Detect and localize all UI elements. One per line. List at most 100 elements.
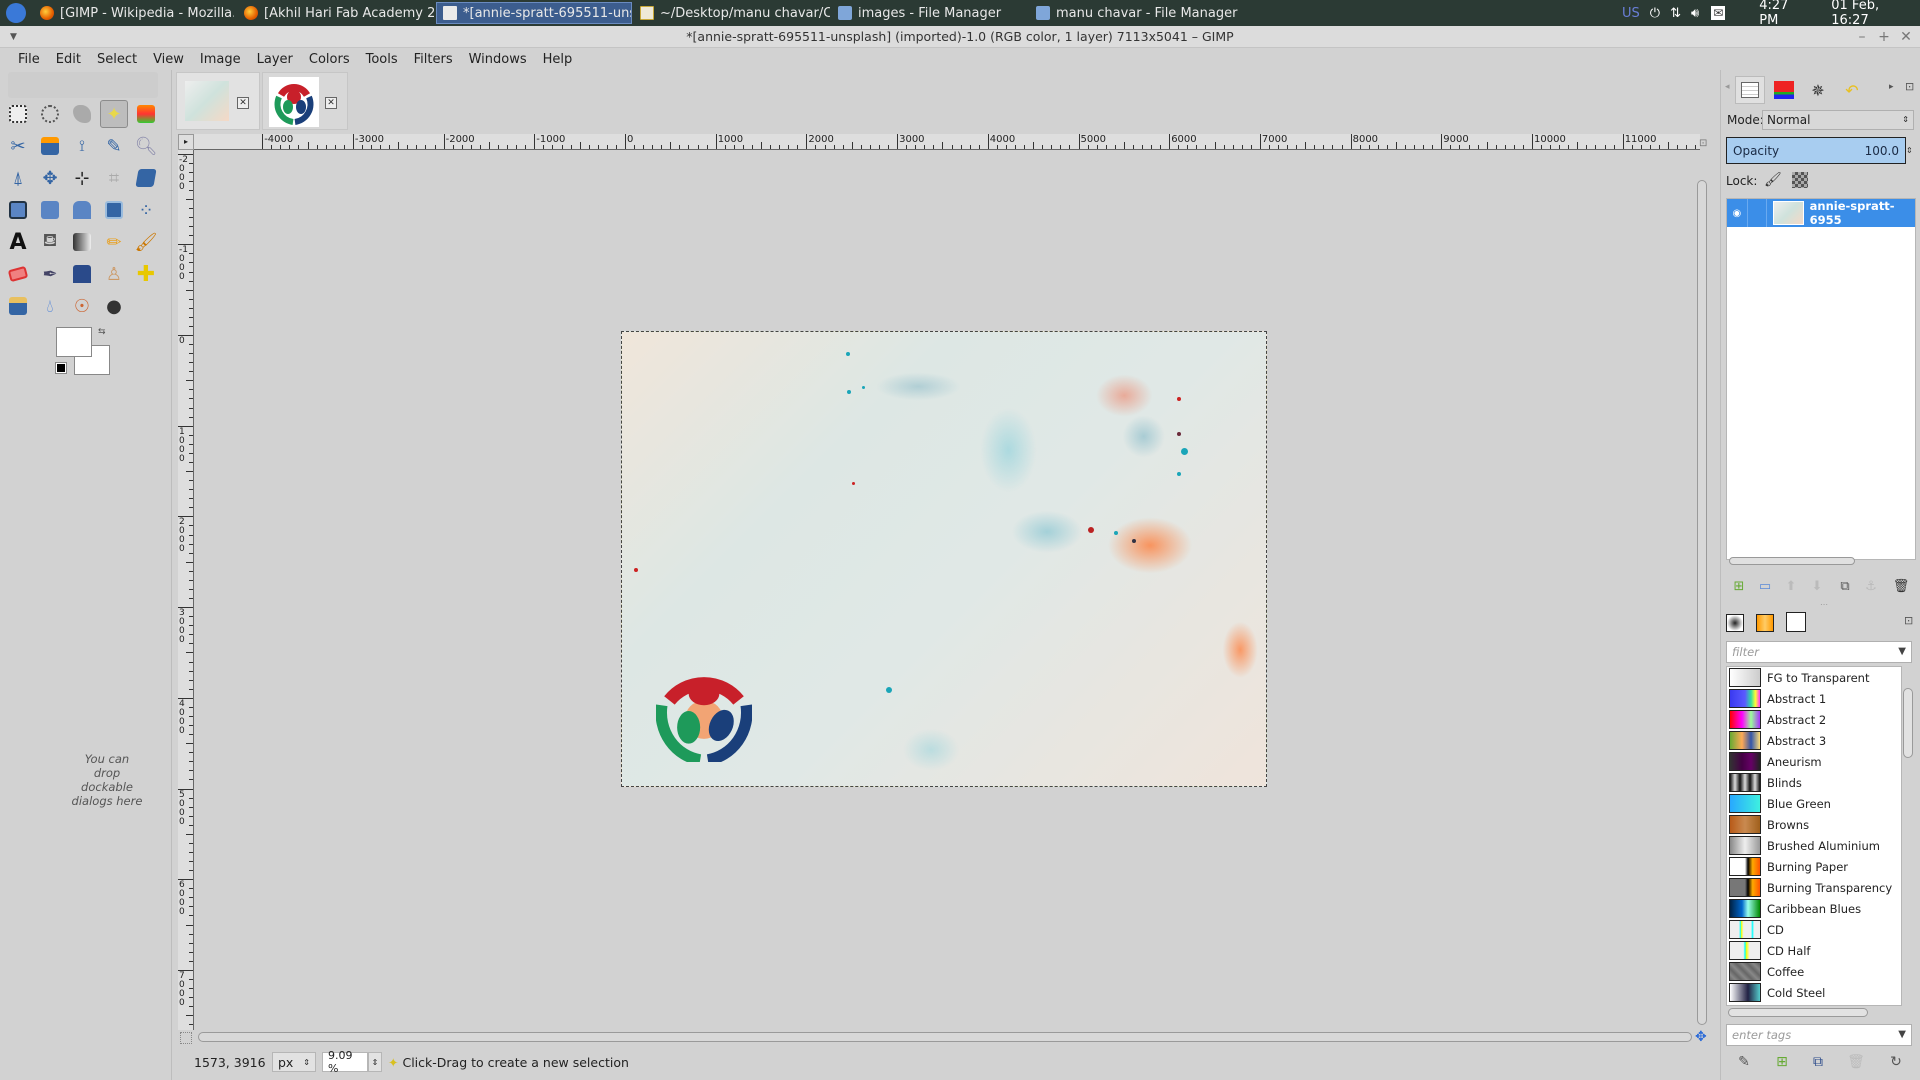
gradient-tags-input[interactable]: enter tags ▼ (1726, 1024, 1912, 1046)
vertical-scrollbar[interactable] (1697, 180, 1707, 1025)
close-button[interactable]: ✕ (1896, 26, 1916, 48)
default-colors-icon[interactable] (55, 362, 67, 374)
blur-sharpen-icon[interactable]: 💧︎ (36, 292, 64, 320)
gradients-list[interactable]: FG to Transparent Abstract 1 Abstract 2 Abs… (1726, 666, 1902, 1006)
mail-icon[interactable]: ✉ (1711, 6, 1726, 20)
gradient-item[interactable]: Caribbean Blues (1727, 898, 1901, 919)
tab-brushes[interactable] (1726, 614, 1744, 632)
menu-colors[interactable]: Colors (301, 52, 358, 67)
alignment-icon[interactable]: ⊹ (68, 164, 96, 192)
perspective-icon[interactable] (100, 196, 128, 224)
taskbar-item-terminal[interactable]: ~/Desktop/manu chavar/C... (634, 2, 830, 24)
gradient-item[interactable]: Aneurism (1727, 751, 1901, 772)
minimize-button[interactable]: – (1852, 26, 1872, 48)
gradient-item[interactable]: FG to Transparent (1727, 667, 1901, 688)
gradient-item[interactable]: Abstract 3 (1727, 730, 1901, 751)
power-plug-icon[interactable]: ⏻ (1650, 6, 1660, 21)
gradient-item[interactable]: Blue Green (1727, 793, 1901, 814)
scissors-select-icon[interactable]: ✂ (4, 132, 32, 160)
gradient-item[interactable]: Abstract 2 (1727, 709, 1901, 730)
heal-icon[interactable]: ✚ (132, 260, 160, 288)
gradient-item[interactable]: Coffee (1727, 961, 1901, 982)
fg-bg-color-selector[interactable]: ⇆ (55, 327, 116, 379)
gradient-icon[interactable] (68, 228, 96, 256)
zoom-image-when-window-resized-button[interactable]: ⊡ (1699, 138, 1707, 149)
duplicate-gradient-icon[interactable]: ⧉ (1808, 1052, 1828, 1072)
taskbar-item-fab-academy[interactable]: [Akhil Hari Fab Academy 2... (238, 2, 434, 24)
measure-icon[interactable]: ⍋ (4, 164, 32, 192)
chain-link-toggle[interactable] (1746, 199, 1767, 227)
taskbar-item-gimp[interactable]: *[annie-spratt-695511-uns... (436, 2, 632, 24)
quick-mask-toggle[interactable] (180, 1032, 192, 1044)
gradient-item[interactable]: Browns (1727, 814, 1901, 835)
image-tab-annie-spratt[interactable]: ✕ (176, 72, 260, 130)
new-gradient-icon[interactable]: ⊞ (1772, 1052, 1792, 1072)
tab-paths[interactable]: ✵ (1803, 76, 1833, 104)
eraser-icon[interactable] (4, 260, 32, 288)
taskbar-item-gimp-wikipedia[interactable]: [GIMP - Wikipedia - Mozilla... (34, 2, 234, 24)
rotate-icon[interactable] (4, 196, 32, 224)
shear-icon[interactable] (68, 196, 96, 224)
perspective-clone-icon[interactable] (4, 292, 32, 320)
color-picker-icon[interactable]: ✎ (100, 132, 128, 160)
start-menu-icon[interactable] (6, 3, 26, 23)
text-icon[interactable]: A (4, 228, 32, 256)
network-icon[interactable]: ⇅ (1670, 6, 1681, 21)
ellipse-select-icon[interactable] (36, 100, 64, 128)
keyboard-layout-indicator[interactable]: US (1622, 6, 1640, 21)
horizontal-ruler[interactable]: -4000 -3000 -2000 -1000 0 1000 2000 3000 4000 500… (194, 134, 1700, 150)
move-icon[interactable]: ✥ (36, 164, 64, 192)
clock-time[interactable]: 4:27 PM (1759, 0, 1811, 28)
bucket-fill-icon[interactable]: ⛾ (36, 228, 64, 256)
menu-select[interactable]: Select (89, 52, 145, 67)
free-select-icon[interactable] (68, 100, 96, 128)
smudge-icon[interactable]: ☉ (68, 292, 96, 320)
image-tab-fablab-logo[interactable]: ✕ (262, 72, 348, 130)
taskbar-item-manu-chavar-file-manager[interactable]: manu chavar - File Manager (1030, 2, 1250, 24)
image-layer-annie-spratt[interactable] (621, 331, 1267, 787)
dodge-burn-icon[interactable]: ● (100, 292, 128, 320)
edit-gradient-icon[interactable]: ✎ (1734, 1052, 1754, 1072)
scale-icon[interactable] (36, 196, 64, 224)
vertical-ruler[interactable]: -2000 -1000 0 1000 2000 3000 4000 5000 6000 7000 (178, 150, 194, 1030)
select-by-color-icon[interactable] (132, 100, 160, 128)
foreground-color-swatch[interactable] (56, 327, 92, 357)
menu-file[interactable]: File (10, 52, 48, 67)
anchor-layer-icon[interactable]: ⚓︎ (1862, 578, 1880, 596)
gradient-item[interactable]: Burning Transparency (1727, 877, 1901, 898)
layer-mode-select[interactable]: Normal ⇕ (1762, 110, 1914, 130)
refresh-gradients-icon[interactable]: ↻ (1886, 1052, 1906, 1072)
opacity-slider[interactable]: Opacity 100.0 (1726, 137, 1906, 164)
menu-tools[interactable]: Tools (358, 52, 406, 67)
gradient-item[interactable]: Abstract 1 (1727, 688, 1901, 709)
dock-menu-icon[interactable]: ⊡ (1904, 614, 1913, 627)
tab-layers[interactable] (1735, 76, 1765, 104)
new-layer-icon[interactable]: ⊞ (1730, 578, 1748, 596)
menu-image[interactable]: Image (192, 52, 249, 67)
dock-menu-icon[interactable]: ⊡ (1905, 80, 1914, 93)
lower-layer-icon[interactable]: ⬇ (1808, 578, 1826, 596)
crop-icon[interactable]: ⌗ (100, 164, 128, 192)
clock-date[interactable]: 01 Feb, 16:27 (1831, 0, 1920, 28)
gradient-filter-input[interactable]: filter ▼ (1726, 641, 1912, 663)
zoom-dropdown-button[interactable]: ⇕ (368, 1052, 382, 1072)
toolbox-wilber-drop-area[interactable] (8, 72, 158, 98)
zoom-icon[interactable]: 🔍︎ (132, 132, 160, 160)
layers-hscrollbar[interactable] (1729, 557, 1855, 565)
menu-layer[interactable]: Layer (249, 52, 301, 67)
gradient-item[interactable]: Burning Paper (1727, 856, 1901, 877)
horizontal-scrollbar[interactable] (198, 1032, 1692, 1042)
dock-separator-handle[interactable]: ⋯ (1820, 600, 1828, 609)
tab-patterns[interactable] (1756, 614, 1774, 632)
tab-undo-history[interactable]: ↶ (1837, 76, 1867, 104)
visibility-eye-icon[interactable]: ◉ (1727, 208, 1747, 219)
gradient-item[interactable]: CD Half (1727, 940, 1901, 961)
scroll-right-icon[interactable]: ▸ (1889, 82, 1894, 92)
menu-help[interactable]: Help (535, 52, 581, 67)
tab-channels[interactable] (1769, 76, 1799, 104)
menu-windows[interactable]: Windows (461, 52, 535, 67)
foreground-select-icon[interactable] (36, 132, 64, 160)
unified-transform-icon[interactable] (132, 164, 160, 192)
paintbrush-icon[interactable]: 🖌︎ (132, 228, 160, 256)
menu-filters[interactable]: Filters (406, 52, 461, 67)
